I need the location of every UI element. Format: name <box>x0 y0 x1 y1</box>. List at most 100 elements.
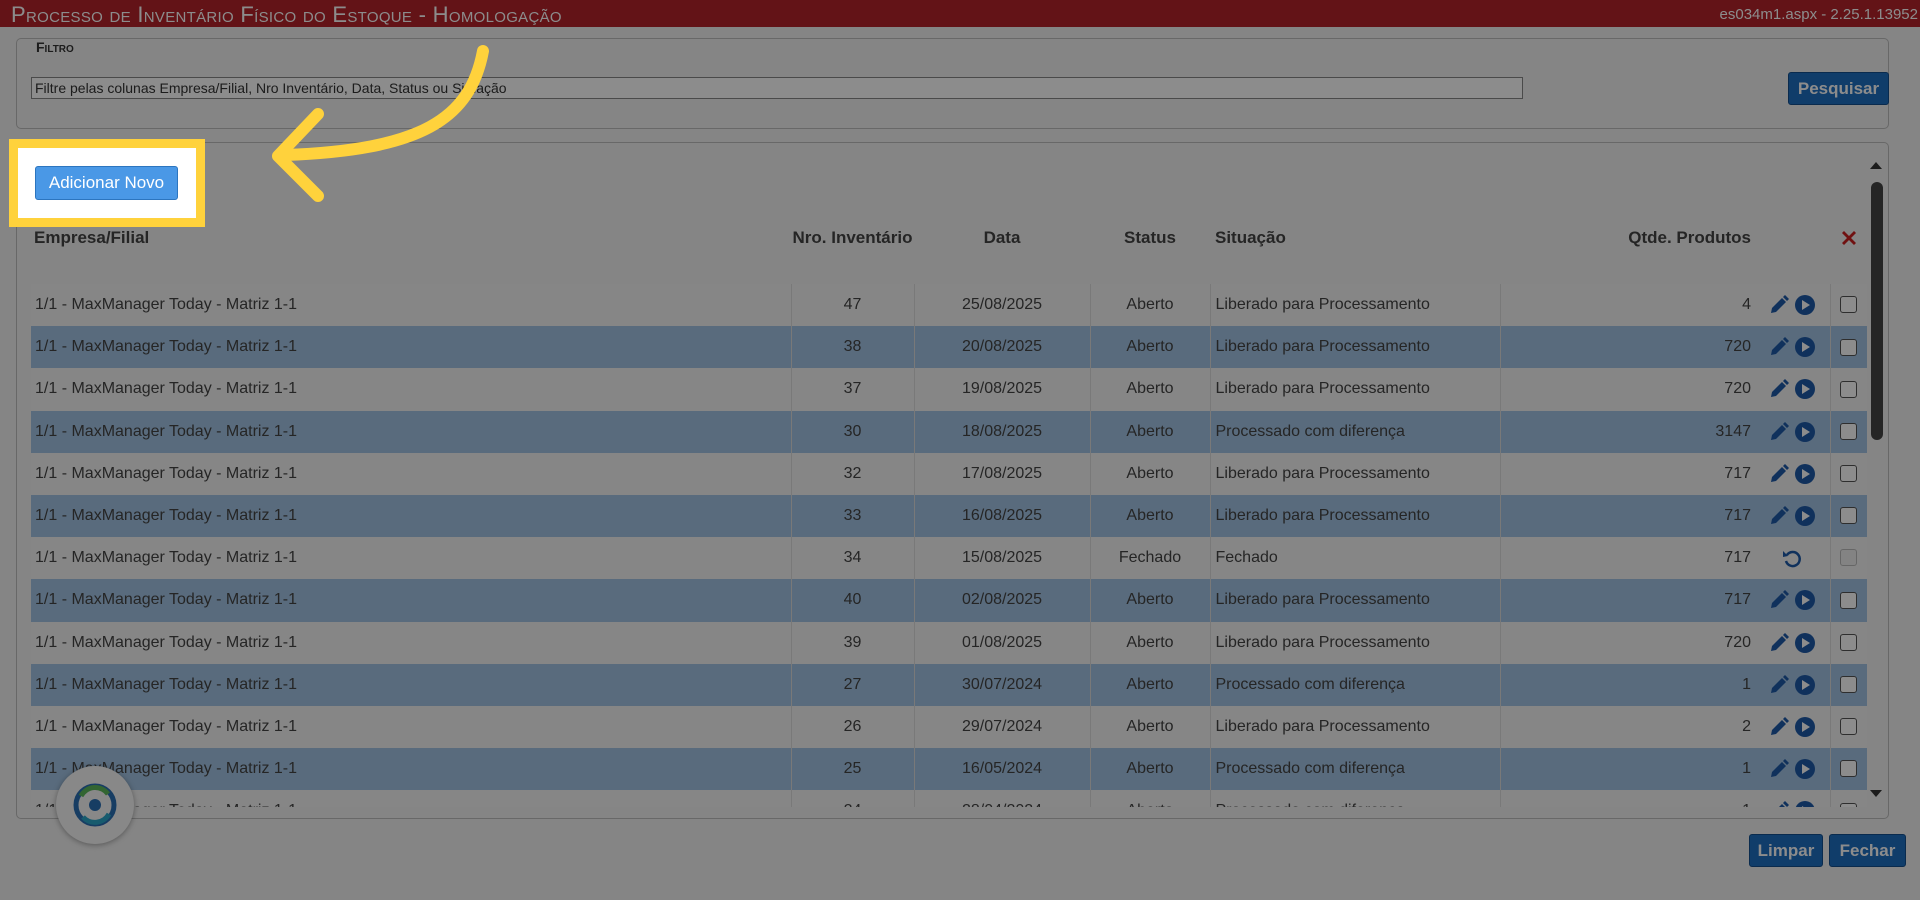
table-row[interactable]: 1/1 - MaxManager Today - Matriz 1-1 27 30/… <box>31 663 1867 706</box>
scroll-up-arrow[interactable] <box>1870 162 1882 169</box>
row-checkbox[interactable] <box>1840 465 1858 483</box>
table-row[interactable]: 1/1 - MaxManager Today - Matriz 1-1 26 29/… <box>31 705 1867 749</box>
row-checkbox[interactable] <box>1840 338 1858 356</box>
cell-status: Aberto <box>1090 790 1211 807</box>
row-checkbox[interactable] <box>1840 718 1858 736</box>
cell-qtde: 1 <box>1500 663 1755 706</box>
cell-nro: 40 <box>791 579 915 622</box>
table-row[interactable]: 1/1 - MaxManager Today - Matriz 1-1 40 02/… <box>31 579 1867 622</box>
col-header-data[interactable]: Data <box>914 222 1090 284</box>
title-bar: Processo de Inventário Físico do Estoque… <box>0 0 1920 27</box>
cell-actions <box>1755 579 1831 622</box>
chat-widget-logo[interactable] <box>56 766 134 844</box>
edit-pencil-icon[interactable] <box>1768 758 1790 780</box>
cell-select <box>1830 663 1867 706</box>
process-play-icon[interactable] <box>1794 505 1816 527</box>
cell-empresa: 1/1 - MaxManager Today - Matriz 1-1 <box>31 368 792 411</box>
scrollbar-thumb[interactable] <box>1871 182 1883 440</box>
filter-legend: Filtro <box>34 39 76 55</box>
delete-icon[interactable] <box>1839 228 1859 248</box>
filter-input[interactable] <box>31 77 1523 99</box>
row-checkbox[interactable] <box>1840 591 1858 609</box>
process-play-icon[interactable] <box>1794 378 1816 400</box>
row-checkbox[interactable] <box>1840 507 1858 525</box>
edit-pencil-icon[interactable] <box>1768 674 1790 696</box>
cell-status: Aberto <box>1090 621 1211 664</box>
cell-select <box>1830 537 1867 580</box>
row-checkbox[interactable] <box>1840 676 1858 694</box>
cell-nro: 37 <box>791 368 915 411</box>
cell-nro: 24 <box>791 790 915 807</box>
table-row[interactable]: 1/1 - MaxManager Today - Matriz 1-1 37 19/… <box>31 368 1867 411</box>
row-checkbox[interactable] <box>1840 760 1858 778</box>
scroll-down-arrow[interactable] <box>1870 790 1882 797</box>
process-play-icon[interactable] <box>1794 589 1816 611</box>
cell-nro: 26 <box>791 705 915 749</box>
cell-actions <box>1755 368 1831 411</box>
edit-pencil-icon[interactable] <box>1768 800 1790 807</box>
cell-status: Fechado <box>1090 537 1211 580</box>
process-play-icon[interactable] <box>1794 674 1816 696</box>
col-header-qtde[interactable]: Qtde. Produtos <box>1500 222 1755 284</box>
table-row[interactable]: 1/1 - MaxManager Today - Matriz 1-1 32 17/… <box>31 452 1867 495</box>
search-button[interactable]: Pesquisar <box>1788 72 1889 105</box>
cell-empresa: 1/1 - MaxManager Today - Matriz 1-1 <box>31 748 792 791</box>
table-row[interactable]: 1/1 - MaxManager Today - Matriz 1-12428/… <box>31 790 1867 807</box>
process-play-icon[interactable] <box>1794 336 1816 358</box>
table-row[interactable]: 1/1 - MaxManager Today - Matriz 1-1 47 25/… <box>31 284 1867 327</box>
edit-pencil-icon[interactable] <box>1768 421 1790 443</box>
col-header-nro[interactable]: Nro. Inventário <box>791 222 914 284</box>
clear-button[interactable]: Limpar <box>1749 834 1823 867</box>
cell-status: Aberto <box>1090 663 1211 706</box>
cell-select <box>1830 748 1867 791</box>
cell-nro: 33 <box>791 494 915 538</box>
process-play-icon[interactable] <box>1794 632 1816 654</box>
process-play-icon[interactable] <box>1794 294 1816 316</box>
close-button[interactable]: Fechar <box>1829 834 1906 867</box>
process-play-icon[interactable] <box>1794 716 1816 738</box>
inventory-table: Empresa/Filial Nro. Inventário Data Stat… <box>31 222 1867 807</box>
cell-qtde: 717 <box>1500 452 1755 495</box>
edit-pencil-icon[interactable] <box>1768 632 1790 654</box>
cell-qtde: 717 <box>1500 579 1755 622</box>
reopen-undo-icon[interactable] <box>1781 547 1803 569</box>
row-checkbox[interactable] <box>1840 380 1858 398</box>
row-checkbox[interactable] <box>1840 633 1858 651</box>
cell-situacao: Processado com diferença <box>1210 410 1501 453</box>
col-header-delete[interactable] <box>1830 222 1867 284</box>
table-row[interactable]: 1/1 - MaxManager Today - Matriz 1-1 25 16/… <box>31 748 1867 791</box>
edit-pencil-icon[interactable] <box>1768 589 1790 611</box>
process-play-icon[interactable] <box>1794 463 1816 485</box>
cell-actions <box>1755 790 1831 807</box>
col-header-empresa[interactable]: Empresa/Filial <box>31 222 791 284</box>
table-row[interactable]: 1/1 - MaxManager Today - Matriz 1-1 39 01/… <box>31 621 1867 664</box>
cell-status: Aberto <box>1090 284 1211 327</box>
edit-pencil-icon[interactable] <box>1768 505 1790 527</box>
edit-pencil-icon[interactable] <box>1768 463 1790 485</box>
process-play-icon[interactable] <box>1794 800 1816 807</box>
edit-pencil-icon[interactable] <box>1768 716 1790 738</box>
cell-situacao: Processado com diferença <box>1210 790 1501 807</box>
edit-pencil-icon[interactable] <box>1768 294 1790 316</box>
cell-data: 01/08/2025 <box>914 621 1091 664</box>
cell-qtde: 717 <box>1500 494 1755 538</box>
col-header-status[interactable]: Status <box>1090 222 1210 284</box>
edit-pencil-icon[interactable] <box>1768 378 1790 400</box>
table-row[interactable]: 1/1 - MaxManager Today - Matriz 1-1 33 16/… <box>31 494 1867 538</box>
process-play-icon[interactable] <box>1794 758 1816 780</box>
row-checkbox[interactable] <box>1840 802 1858 807</box>
table-row[interactable]: 1/1 - MaxManager Today - Matriz 1-1 34 15/… <box>31 537 1867 580</box>
table-row[interactable]: 1/1 - MaxManager Today - Matriz 1-1 38 20/… <box>31 326 1867 369</box>
col-header-situacao[interactable]: Situação <box>1210 222 1500 284</box>
table-row[interactable]: 1/1 - MaxManager Today - Matriz 1-1 30 18/… <box>31 410 1867 453</box>
edit-pencil-icon[interactable] <box>1768 336 1790 358</box>
row-checkbox[interactable] <box>1840 422 1858 440</box>
cell-situacao: Fechado <box>1210 537 1501 580</box>
cell-empresa: 1/1 - MaxManager Today - Matriz 1-1 <box>31 452 792 495</box>
cell-qtde: 717 <box>1500 537 1755 580</box>
cell-data: 02/08/2025 <box>914 579 1091 622</box>
row-checkbox[interactable] <box>1840 296 1858 314</box>
cell-actions <box>1755 284 1831 327</box>
add-new-button[interactable]: Adicionar Novo <box>35 166 178 200</box>
process-play-icon[interactable] <box>1794 421 1816 443</box>
